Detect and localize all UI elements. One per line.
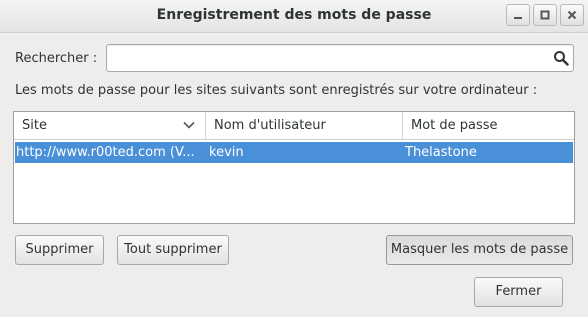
cell-password: Thelastone bbox=[405, 145, 477, 160]
column-header-username[interactable]: Nom d'utilisateur bbox=[205, 112, 402, 139]
cell-site: http://www.r00ted.com (V... bbox=[16, 145, 195, 160]
minimize-icon bbox=[514, 17, 522, 19]
maximize-button[interactable] bbox=[533, 4, 557, 26]
column-header-site-label: Site bbox=[22, 118, 47, 133]
title-bar[interactable]: Enregistrement des mots de passe bbox=[0, 0, 588, 33]
maximize-icon bbox=[540, 10, 550, 20]
sort-chevron-down-icon bbox=[183, 121, 195, 129]
remove-all-button[interactable]: Tout supprimer bbox=[117, 235, 229, 265]
window-title: Enregistrement des mots de passe bbox=[156, 7, 432, 23]
search-label: Rechercher : bbox=[15, 51, 98, 66]
password-manager-window: Enregistrement des mots de passe Recherc… bbox=[0, 0, 588, 317]
close-dialog-button[interactable]: Fermer bbox=[474, 277, 563, 307]
search-input[interactable] bbox=[106, 44, 574, 72]
column-header-password[interactable]: Mot de passe bbox=[402, 112, 574, 139]
search-icon[interactable] bbox=[553, 50, 569, 66]
column-header-password-label: Mot de passe bbox=[411, 118, 498, 133]
description-text: Les mots de passe pour les sites suivant… bbox=[15, 83, 538, 98]
cell-username: kevin bbox=[209, 145, 244, 160]
column-header-site[interactable]: Site bbox=[14, 112, 205, 139]
column-header-username-label: Nom d'utilisateur bbox=[214, 118, 326, 133]
minimize-button[interactable] bbox=[506, 4, 530, 26]
remove-button[interactable]: Supprimer bbox=[15, 235, 104, 265]
table-row[interactable]: http://www.r00ted.com (V... kevin Thelas… bbox=[15, 142, 573, 163]
close-icon bbox=[567, 10, 577, 20]
table-header: Site Nom d'utilisateur Mot de passe bbox=[14, 112, 574, 140]
close-button[interactable] bbox=[560, 4, 584, 26]
passwords-table[interactable]: Site Nom d'utilisateur Mot de passe http… bbox=[13, 111, 575, 224]
hide-passwords-button[interactable]: Masquer les mots de passe bbox=[386, 235, 573, 265]
